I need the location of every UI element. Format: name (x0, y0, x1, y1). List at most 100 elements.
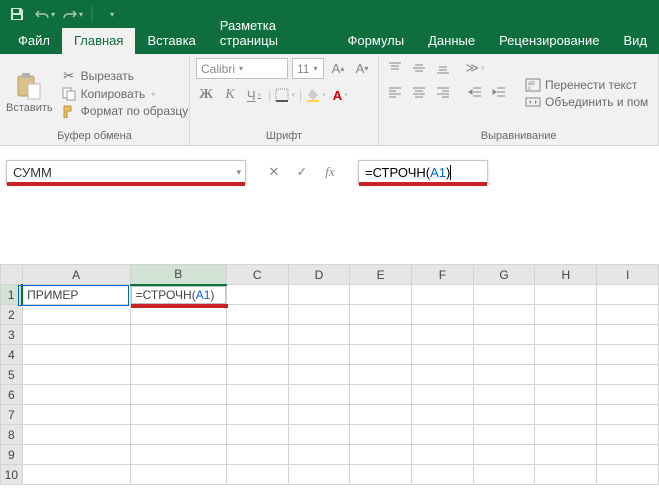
name-box[interactable]: СУММ ▾ (6, 160, 246, 184)
shrink-font-icon[interactable]: A▾ (352, 59, 372, 79)
cell-D9[interactable] (288, 445, 350, 465)
cell-C8[interactable] (226, 425, 288, 445)
cell-B8[interactable] (130, 425, 226, 445)
wrap-text-button[interactable]: abc Перенести текст (521, 77, 652, 93)
row-header-8[interactable]: 8 (1, 425, 23, 445)
cell-F5[interactable] (412, 365, 474, 385)
cell-H7[interactable] (535, 405, 597, 425)
cell-C3[interactable] (226, 325, 288, 345)
save-icon[interactable] (6, 3, 28, 25)
tab-file[interactable]: Файл (6, 28, 62, 54)
cell-A3[interactable] (22, 325, 130, 345)
cancel-icon[interactable]: ✕ (264, 162, 284, 182)
cut-button[interactable]: ✂ Вырезать (57, 67, 193, 85)
formula-input[interactable]: =СТРОЧН(A1) (358, 160, 488, 184)
fill-color-button[interactable]: ▾ (306, 85, 326, 105)
merge-button[interactable]: Объединить и пом (521, 94, 652, 110)
enter-icon[interactable]: ✓ (292, 162, 312, 182)
align-center-icon[interactable] (409, 82, 429, 102)
copy-button[interactable]: Копировать ▾ (57, 86, 193, 102)
col-header-D[interactable]: D (288, 265, 350, 285)
cell-A6[interactable] (22, 385, 130, 405)
row-header-9[interactable]: 9 (1, 445, 23, 465)
cell-G6[interactable] (473, 385, 535, 405)
qat-customize-icon[interactable]: ▾ (100, 3, 122, 25)
row-header-5[interactable]: 5 (1, 365, 23, 385)
cell-G2[interactable] (473, 305, 535, 325)
cell-H9[interactable] (535, 445, 597, 465)
cell-E9[interactable] (350, 445, 412, 465)
row-header-7[interactable]: 7 (1, 405, 23, 425)
bold-button[interactable]: Ж (196, 85, 216, 105)
tab-view[interactable]: Вид (611, 28, 659, 54)
border-button[interactable]: ▾ (275, 85, 295, 105)
row-header-4[interactable]: 4 (1, 345, 23, 365)
cell-D6[interactable] (288, 385, 350, 405)
cell-C1[interactable] (226, 285, 288, 305)
col-header-H[interactable]: H (535, 265, 597, 285)
cell-C7[interactable] (226, 405, 288, 425)
cell-I2[interactable] (597, 305, 659, 325)
cell-H8[interactable] (535, 425, 597, 445)
cell-C4[interactable] (226, 345, 288, 365)
cell-B1[interactable]: =СТРОЧН(A1) (130, 285, 226, 305)
cell-B10[interactable] (130, 465, 226, 485)
cell-I10[interactable] (597, 465, 659, 485)
grow-font-icon[interactable]: A▴ (328, 59, 348, 79)
cell-A5[interactable] (22, 365, 130, 385)
tab-layout[interactable]: Разметка страницы (208, 13, 336, 54)
cell-A2[interactable] (22, 305, 130, 325)
cell-D3[interactable] (288, 325, 350, 345)
cell-F7[interactable] (412, 405, 474, 425)
cell-H1[interactable] (535, 285, 597, 305)
cell-G4[interactable] (473, 345, 535, 365)
cell-E2[interactable] (350, 305, 412, 325)
align-top-icon[interactable] (385, 58, 405, 78)
cell-I5[interactable] (597, 365, 659, 385)
cell-H2[interactable] (535, 305, 597, 325)
cell-D4[interactable] (288, 345, 350, 365)
cell-E3[interactable] (350, 325, 412, 345)
cell-I8[interactable] (597, 425, 659, 445)
cell-F8[interactable] (412, 425, 474, 445)
cell-I4[interactable] (597, 345, 659, 365)
row-header-10[interactable]: 10 (1, 465, 23, 485)
font-color-button[interactable]: A ▾ (330, 85, 350, 105)
format-painter-button[interactable]: Формат по образцу (57, 103, 193, 119)
cell-C5[interactable] (226, 365, 288, 385)
cell-I6[interactable] (597, 385, 659, 405)
cell-I7[interactable] (597, 405, 659, 425)
tab-data[interactable]: Данные (416, 28, 487, 54)
select-all-corner[interactable] (1, 265, 23, 285)
fx-icon[interactable]: fx (320, 162, 340, 182)
cell-G7[interactable] (473, 405, 535, 425)
col-header-I[interactable]: I (597, 265, 659, 285)
cell-F3[interactable] (412, 325, 474, 345)
cell-D7[interactable] (288, 405, 350, 425)
cell-C10[interactable] (226, 465, 288, 485)
cell-G9[interactable] (473, 445, 535, 465)
tab-home[interactable]: Главная (62, 28, 135, 54)
cell-E8[interactable] (350, 425, 412, 445)
redo-icon[interactable]: ▾ (62, 3, 84, 25)
paste-button[interactable]: Вставить (6, 58, 53, 128)
cell-D1[interactable] (288, 285, 350, 305)
cell-A9[interactable] (22, 445, 130, 465)
cell-B9[interactable] (130, 445, 226, 465)
cell-B5[interactable] (130, 365, 226, 385)
underline-button[interactable]: Ч▾ (244, 85, 264, 105)
row-header-2[interactable]: 2 (1, 305, 23, 325)
cell-A7[interactable] (22, 405, 130, 425)
align-right-icon[interactable] (433, 82, 453, 102)
cell-C2[interactable] (226, 305, 288, 325)
cell-E5[interactable] (350, 365, 412, 385)
cell-B7[interactable] (130, 405, 226, 425)
cell-H6[interactable] (535, 385, 597, 405)
cell-H10[interactable] (535, 465, 597, 485)
col-header-E[interactable]: E (350, 265, 412, 285)
col-header-F[interactable]: F (412, 265, 474, 285)
cell-F6[interactable] (412, 385, 474, 405)
cell-E6[interactable] (350, 385, 412, 405)
undo-icon[interactable]: ▾ (34, 3, 56, 25)
tab-insert[interactable]: Вставка (135, 28, 207, 54)
